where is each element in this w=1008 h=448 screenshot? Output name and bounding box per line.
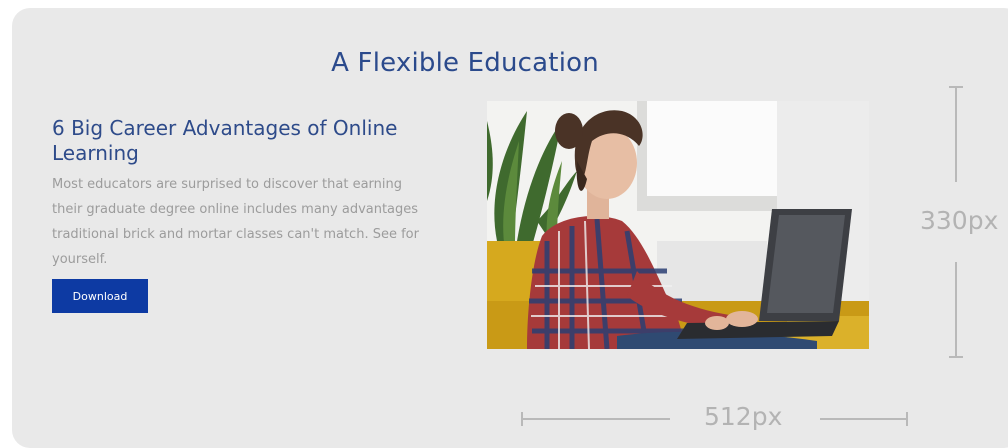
width-dimension-right-cap xyxy=(906,412,908,426)
article-photo xyxy=(487,101,869,349)
height-dimension-line-top xyxy=(955,86,957,182)
height-dimension-bottom-cap xyxy=(949,356,963,358)
width-dimension-line-right xyxy=(820,418,908,420)
download-button[interactable]: Download xyxy=(52,279,148,313)
article-title[interactable]: 6 Big Career Advantages of Online Learni… xyxy=(52,116,452,166)
height-dimension-line-bottom xyxy=(955,262,957,358)
width-dimension-label: 512px xyxy=(704,402,783,431)
height-dimension-label: 330px xyxy=(920,206,999,235)
section-headline: A Flexible Education xyxy=(331,48,599,78)
photo-illustration xyxy=(487,101,869,349)
width-dimension-line-left xyxy=(521,418,670,420)
article-description: Most educators are surprised to discover… xyxy=(52,177,419,267)
